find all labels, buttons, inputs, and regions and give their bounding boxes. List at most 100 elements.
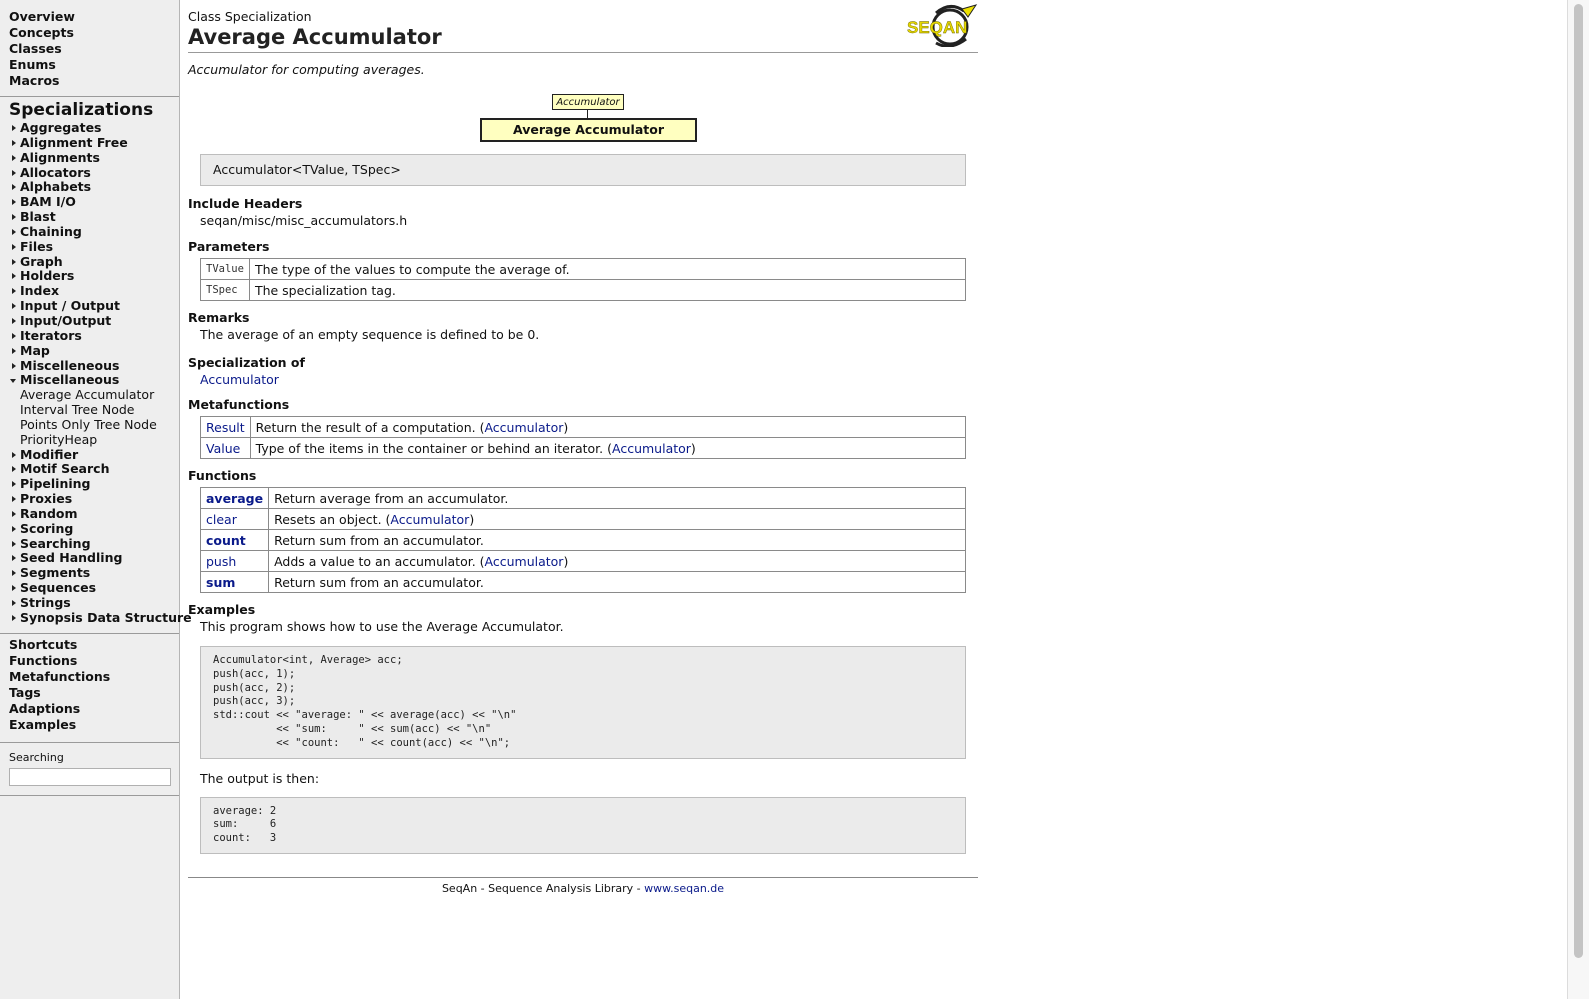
caret-right-icon[interactable]: [12, 228, 16, 235]
sidebar-tree-item[interactable]: Random: [9, 506, 179, 522]
functions-name-link[interactable]: average: [206, 491, 263, 506]
description-text: Return sum from an accumulator.: [274, 532, 484, 548]
metafunctions-name-link[interactable]: Result: [206, 420, 245, 435]
sidebar-tree-item[interactable]: Iterators: [9, 328, 179, 344]
sidebar-tree-item[interactable]: Miscellaneous: [9, 372, 179, 388]
scrollbar-thumb[interactable]: [1574, 4, 1583, 958]
functions-name-link[interactable]: clear: [206, 512, 237, 527]
nav-link-functions[interactable]: Functions: [9, 653, 179, 669]
sidebar-tree-item[interactable]: Holders: [9, 269, 179, 284]
nav-link-concepts[interactable]: Concepts: [9, 25, 179, 41]
caret-right-icon[interactable]: [12, 555, 16, 562]
remarks-heading: Remarks: [188, 310, 250, 325]
metafunctions-name-link[interactable]: Value: [206, 441, 240, 456]
sidebar-tree-item[interactable]: Chaining: [9, 224, 179, 240]
sidebar-sub-item[interactable]: Average Accumulator: [9, 387, 179, 403]
sidebar-tree-item[interactable]: Graph: [9, 254, 179, 270]
owner-link[interactable]: Accumulator: [485, 554, 564, 569]
sidebar-tree-item[interactable]: Index: [9, 283, 179, 299]
caret-right-icon[interactable]: [12, 273, 16, 280]
sidebar-tree-item[interactable]: Proxies: [9, 491, 179, 507]
caret-right-icon[interactable]: [12, 169, 16, 176]
caret-right-icon[interactable]: [12, 466, 16, 473]
caret-right-icon[interactable]: [12, 125, 16, 131]
caret-right-icon[interactable]: [12, 496, 16, 503]
caret-right-icon[interactable]: [12, 614, 16, 621]
caret-right-icon[interactable]: [12, 288, 16, 295]
specializations-heading: Specializations: [9, 100, 154, 120]
diagram-parent-box[interactable]: Accumulator: [552, 94, 624, 110]
caret-right-icon[interactable]: [12, 243, 16, 250]
diagram-self-box: Average Accumulator: [480, 118, 697, 142]
sidebar-tree-item[interactable]: Pipelining: [9, 476, 179, 492]
caret-right-icon[interactable]: [12, 139, 16, 146]
caret-right-icon[interactable]: [12, 154, 16, 161]
caret-right-icon[interactable]: [12, 214, 16, 221]
sidebar-tree-item-label: Allocators: [20, 164, 91, 180]
sidebar-sub-item[interactable]: PriorityHeap: [9, 432, 179, 448]
nav-link-adaptions[interactable]: Adaptions: [9, 701, 179, 717]
caret-right-icon[interactable]: [12, 481, 16, 488]
caret-right-icon[interactable]: [12, 525, 16, 532]
sidebar-tree-item[interactable]: Sequences: [9, 580, 179, 596]
nav-link-overview[interactable]: Overview: [9, 9, 179, 25]
nav-link-tags[interactable]: Tags: [9, 685, 179, 701]
sidebar-tree-item[interactable]: Input / Output: [9, 298, 179, 314]
nav-link-classes[interactable]: Classes: [9, 41, 179, 57]
nav-link-metafunctions[interactable]: Metafunctions: [9, 669, 179, 685]
nav-link-examples[interactable]: Examples: [9, 717, 179, 733]
footer: SeqAn - Sequence Analysis Library - www.…: [188, 882, 978, 896]
parameter-description: The type of the values to compute the av…: [248, 258, 967, 280]
caret-right-icon[interactable]: [12, 510, 16, 517]
vertical-scrollbar[interactable]: [1567, 0, 1589, 999]
caret-right-icon[interactable]: [12, 570, 16, 577]
owner-link[interactable]: Accumulator: [612, 441, 691, 456]
functions-name-link[interactable]: push: [206, 554, 236, 569]
owner-link[interactable]: Accumulator: [484, 420, 563, 435]
sidebar-tree-item[interactable]: Synopsis Data Structure: [9, 610, 192, 626]
sidebar-tree-item[interactable]: Modifier: [9, 447, 179, 463]
sidebar-tree-item[interactable]: Alignments: [9, 150, 179, 166]
caret-right-icon[interactable]: [12, 317, 16, 324]
sidebar-tree-item[interactable]: Strings: [9, 595, 179, 611]
caret-right-icon[interactable]: [12, 303, 16, 310]
sidebar-tree-item[interactable]: Aggregates: [9, 120, 179, 136]
footer-link[interactable]: www.seqan.de: [644, 882, 724, 895]
sidebar-tree-item[interactable]: BAM I/O: [9, 194, 179, 210]
sidebar-sub-item[interactable]: Points Only Tree Node: [9, 417, 179, 433]
functions-name-link[interactable]: sum: [206, 575, 235, 590]
sidebar-sub-item[interactable]: Interval Tree Node: [9, 402, 179, 418]
caret-right-icon[interactable]: [12, 347, 16, 354]
caret-right-icon[interactable]: [12, 585, 16, 592]
table-row: count Return sum from an accumulator.: [199, 529, 966, 551]
nav-link-shortcuts[interactable]: Shortcuts: [9, 637, 179, 653]
sidebar-tree-item[interactable]: Motif Search: [9, 461, 179, 477]
sidebar-tree-item[interactable]: Input/Output: [9, 313, 179, 329]
specialization-of-link[interactable]: Accumulator: [200, 372, 279, 387]
sidebar-tree-item[interactable]: Alphabets: [9, 179, 179, 195]
caret-right-icon[interactable]: [12, 332, 16, 339]
sidebar-tree-item[interactable]: Segments: [9, 565, 179, 581]
sidebar-tree-item[interactable]: Map: [9, 343, 179, 359]
caret-right-icon[interactable]: [12, 540, 16, 547]
sidebar-tree-item[interactable]: Scoring: [9, 521, 179, 537]
owner-link[interactable]: Accumulator: [390, 512, 469, 527]
caret-right-icon[interactable]: [12, 199, 16, 206]
nav-link-enums[interactable]: Enums: [9, 57, 179, 73]
caret-down-icon[interactable]: [10, 379, 16, 384]
sidebar-tree-item[interactable]: Files: [9, 239, 179, 255]
sidebar-tree-item[interactable]: Blast: [9, 209, 179, 225]
functions-name-link[interactable]: count: [206, 533, 246, 548]
caret-right-icon[interactable]: [12, 184, 16, 191]
search-input[interactable]: [9, 767, 171, 786]
caret-right-icon[interactable]: [12, 600, 16, 606]
sidebar-tree-item[interactable]: Miscelleneous: [9, 358, 179, 374]
nav-link-macros[interactable]: Macros: [9, 73, 179, 89]
sidebar-tree-item[interactable]: Allocators: [9, 164, 179, 181]
caret-right-icon[interactable]: [12, 258, 16, 265]
caret-right-icon[interactable]: [12, 451, 16, 458]
sidebar-tree-item[interactable]: Searching: [9, 536, 179, 552]
sidebar-tree-item[interactable]: Alignment Free: [9, 135, 179, 151]
caret-right-icon[interactable]: [12, 362, 16, 369]
sidebar-tree-item[interactable]: Seed Handling: [9, 551, 179, 566]
